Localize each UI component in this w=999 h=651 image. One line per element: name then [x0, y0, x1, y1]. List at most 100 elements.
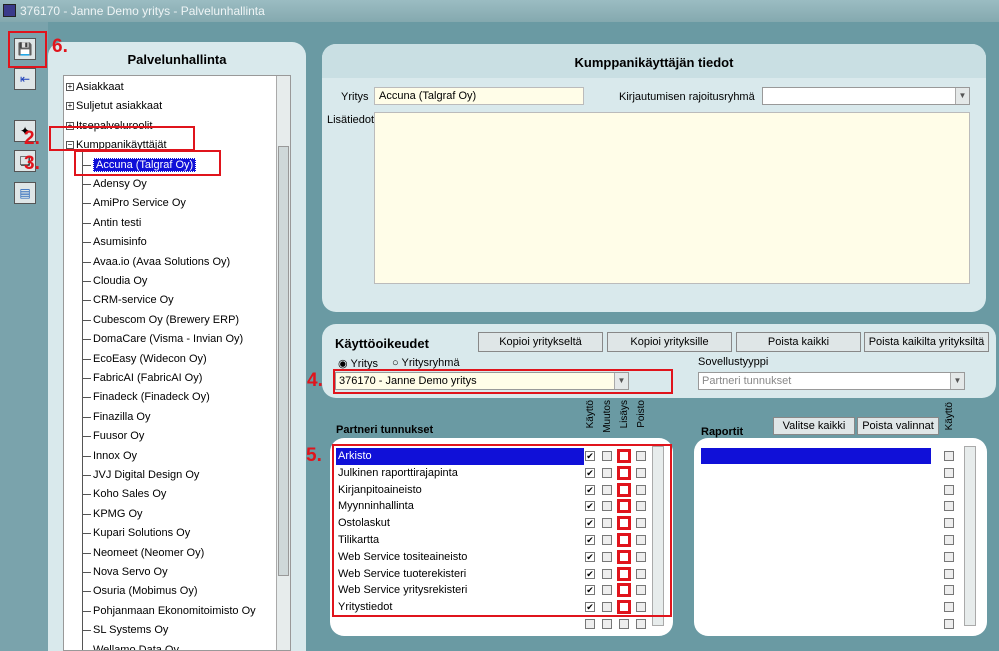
- partner-tree-item[interactable]: Cloudia Oy: [93, 272, 147, 290]
- reports-scrollbar[interactable]: [964, 446, 976, 626]
- radio-company-group[interactable]: ○ Yritysryhmä: [392, 357, 460, 369]
- report-checkbox[interactable]: [944, 451, 954, 461]
- tree-connector: [83, 475, 91, 476]
- tree-connector: [83, 513, 91, 515]
- partner-tree-item[interactable]: Wellamo Data Oy: [93, 641, 179, 650]
- partner-tree-item[interactable]: Finazilla Oy: [93, 408, 150, 426]
- permission-checkbox[interactable]: [602, 619, 612, 629]
- tree-scroll-thumb[interactable]: [278, 146, 289, 576]
- partner-label: Osuria (Mobimus Oy): [93, 585, 198, 598]
- partner-tree-item[interactable]: Neomeet (Neomer Oy): [93, 544, 204, 562]
- partner-tree-item[interactable]: Innox Oy: [93, 447, 137, 465]
- permission-checkbox[interactable]: [585, 619, 595, 629]
- annotation-box-partners-node: [49, 126, 195, 151]
- tree-connector: [83, 552, 91, 554]
- partner-label: Adensy Oy: [93, 178, 147, 190]
- tree-connector: [83, 591, 91, 593]
- exit-arrow-icon: ⇤: [19, 72, 31, 86]
- partner-label: DomaCare (Visma - Invian Oy): [93, 333, 244, 346]
- partner-tree-item[interactable]: FabricAI (FabricAI Oy): [93, 369, 202, 387]
- tree-connector: [83, 455, 91, 457]
- partner-tree-item[interactable]: Fuusor Oy: [93, 427, 144, 445]
- tree-connector: [83, 300, 91, 302]
- folder-button[interactable]: ▤: [14, 182, 36, 204]
- remove-all-button[interactable]: Poista kaikki: [736, 332, 861, 352]
- partner-tree-item[interactable]: KPMG Oy: [93, 505, 143, 523]
- permission-checkbox[interactable]: [619, 619, 629, 629]
- partner-tree-item[interactable]: Osuria (Mobimus Oy): [93, 582, 198, 600]
- partner-tree-item[interactable]: AmiPro Service Oy: [93, 194, 186, 212]
- report-checkbox[interactable]: [944, 551, 954, 562]
- partner-tree-item[interactable]: DomaCare (Visma - Invian Oy): [93, 330, 243, 348]
- partner-tree-item[interactable]: Avaa.io (Avaa Solutions Oy): [93, 253, 230, 271]
- partner-tree-item[interactable]: Pohjanmaan Ekonomitoimisto Oy: [93, 602, 256, 620]
- partner-label: SL Systems Oy: [93, 624, 169, 637]
- partner-tree-item[interactable]: JVJ Digital Design Oy: [93, 466, 199, 484]
- report-checkbox[interactable]: [944, 501, 954, 512]
- report-checkbox[interactable]: [944, 535, 954, 545]
- reports-title: Raportit: [701, 426, 744, 438]
- report-checkbox[interactable]: [944, 467, 954, 478]
- copy-to-companies-button[interactable]: Kopioi yrityksille: [607, 332, 732, 352]
- rights-title: Käyttöoikeudet: [335, 336, 429, 351]
- annotation-box-selected-partner: [74, 150, 221, 176]
- exit-button[interactable]: ⇤: [14, 68, 36, 90]
- tree-connector: [83, 572, 91, 573]
- partner-label: EcoEasy (Widecon Oy): [93, 352, 207, 365]
- partner-tree-item[interactable]: EcoEasy (Widecon Oy): [93, 350, 207, 368]
- clear-selection-button[interactable]: Poista valinnat: [857, 417, 939, 435]
- copy-from-company-button[interactable]: Kopioi yritykseltä: [478, 332, 603, 352]
- partner-label: Asumisinfo: [93, 236, 147, 249]
- chevron-down-icon[interactable]: ▼: [955, 88, 969, 104]
- partner-label: Avaa.io (Avaa Solutions Oy): [93, 255, 231, 268]
- panel-title: Palvelunhallinta: [127, 52, 227, 67]
- tree-connector: [83, 649, 91, 650]
- folder-icon: ▤: [19, 186, 31, 200]
- notes-textarea[interactable]: [374, 112, 970, 284]
- remove-all-from-companies-button[interactable]: Poista kaikilta yrityksiltä: [864, 332, 989, 352]
- select-all-button[interactable]: Valitse kaikki: [773, 417, 855, 435]
- col-header-modify: Muutos: [602, 400, 613, 433]
- notes-label: Lisätiedot: [327, 114, 375, 126]
- report-checkbox[interactable]: [944, 484, 954, 495]
- report-row-selected[interactable]: [701, 448, 931, 464]
- tree-connector: [82, 150, 83, 650]
- vertical-toolbar: 💾 ⇤ ✦ ❏ ▤: [0, 22, 48, 651]
- tree-node-label: Asiakkaat: [76, 81, 124, 93]
- chevron-down-icon[interactable]: ▼: [950, 373, 964, 389]
- report-checkbox[interactable]: [944, 585, 954, 596]
- tree-scrollbar[interactable]: [276, 76, 290, 650]
- tree-connector: [83, 319, 91, 321]
- report-checkbox[interactable]: [944, 619, 954, 629]
- report-checkbox[interactable]: [944, 602, 954, 613]
- tree-node[interactable]: + Suljetut asiakkaat: [66, 97, 162, 115]
- expand-icon[interactable]: +: [66, 83, 74, 92]
- annotation-box-save: [8, 31, 47, 68]
- report-checkbox[interactable]: [944, 568, 954, 579]
- tree-connector: [83, 261, 91, 263]
- login-group-label: Kirjautumisen rajoitusryhmä: [619, 91, 755, 103]
- partner-tree-item[interactable]: Antin testi: [93, 214, 141, 232]
- partner-tree-item[interactable]: Adensy Oy: [93, 175, 147, 193]
- col-header-delete: Poisto: [636, 400, 647, 428]
- partner-tree-item[interactable]: CRM-service Oy: [93, 291, 174, 309]
- login-group-select[interactable]: ▼: [762, 87, 970, 105]
- partner-tree-item[interactable]: Kupari Solutions Oy: [93, 524, 190, 542]
- report-checkbox[interactable]: [944, 518, 954, 529]
- app-type-select[interactable]: Partneri tunnukset ▼: [698, 372, 965, 390]
- permission-checkbox[interactable]: [636, 619, 646, 629]
- partner-tree-item[interactable]: Finadeck (Finadeck Oy): [93, 388, 210, 406]
- tree-node[interactable]: + Asiakkaat: [66, 78, 124, 96]
- partner-tree-item[interactable]: Nova Servo Oy: [93, 563, 168, 581]
- company-label: Yritys: [341, 91, 369, 103]
- reports-col-header-use: Käyttö: [944, 402, 955, 431]
- annotation-6: 6.: [52, 36, 68, 57]
- tree-connector: [83, 610, 91, 612]
- partner-label: JVJ Digital Design Oy: [93, 469, 200, 481]
- partner-tree-item[interactable]: Asumisinfo: [93, 233, 147, 251]
- partner-tree-item[interactable]: Koho Sales Oy: [93, 485, 166, 503]
- expand-icon[interactable]: +: [66, 102, 74, 111]
- company-field[interactable]: Accuna (Talgraf Oy): [374, 87, 584, 105]
- partner-tree-item[interactable]: SL Systems Oy: [93, 621, 168, 639]
- partner-tree-item[interactable]: Cubescom Oy (Brewery ERP): [93, 311, 239, 329]
